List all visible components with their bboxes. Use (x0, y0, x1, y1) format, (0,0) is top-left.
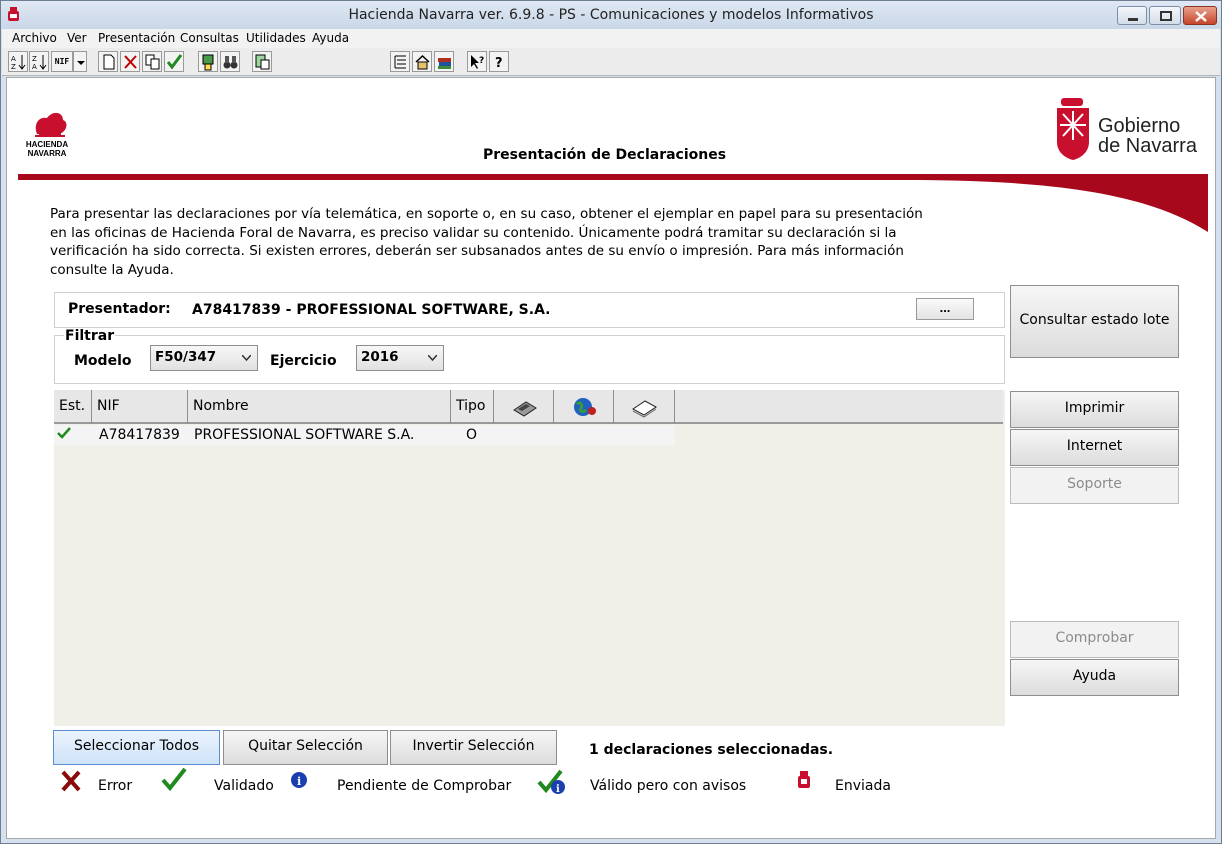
column-header-tipo[interactable]: Tipo (451, 390, 494, 424)
column-header-est[interactable]: Est. (54, 390, 92, 424)
row-nombre: PROFESSIONAL SOFTWARE S.A. (194, 427, 415, 443)
selected-count: 1 declaraciones seleccionadas. (589, 742, 834, 758)
new-document-icon[interactable] (98, 51, 118, 72)
model-select-value: F50/347 (155, 349, 217, 365)
svg-text:A: A (11, 55, 16, 63)
sort-descending-icon[interactable]: ZA (29, 51, 49, 72)
svg-text:Z: Z (32, 55, 37, 63)
close-button[interactable] (1183, 6, 1217, 25)
sent-icon (798, 771, 810, 788)
menu-bar: Archivo Ver Presentación Consultas Utili… (2, 29, 1220, 48)
gobierno-line1: Gobierno (1098, 115, 1181, 137)
svg-text:?: ? (495, 56, 503, 71)
row-nif: A78417839 (99, 427, 180, 443)
error-x-icon (61, 770, 81, 792)
info-icon: i (291, 772, 307, 788)
filter-group: Filtrar Modelo F50/347 Ejercicio 2016 (54, 328, 1005, 384)
menu-archivo[interactable]: Archivo (12, 31, 57, 45)
svg-text:?: ? (479, 56, 484, 66)
legend-error: Error (98, 778, 133, 794)
browse-presenter-button[interactable]: ... (916, 298, 974, 320)
column-header-nombre[interactable]: Nombre (188, 390, 451, 424)
chevron-down-icon[interactable] (73, 51, 87, 72)
validate-check-icon[interactable] (164, 51, 184, 72)
valid-with-warnings-icon: i (537, 769, 565, 795)
invert-selection-button[interactable]: Invertir Selección (390, 730, 557, 765)
app-window: Hacienda Navarra ver. 6.9.8 - PS - Comun… (0, 0, 1222, 844)
grid-header: Est. NIF Nombre Tipo (54, 390, 1003, 424)
floppy-disk-icon[interactable] (494, 390, 554, 424)
select-all-button[interactable]: Seleccionar Todos (53, 730, 220, 765)
presenter-label: Presentador: (68, 301, 171, 317)
delete-icon[interactable] (120, 51, 140, 72)
model-label: Modelo (74, 353, 132, 369)
declarations-grid[interactable]: Est. NIF Nombre Tipo A78417839 PROFESSIO… (54, 390, 1005, 726)
menu-ver[interactable]: Ver (67, 31, 87, 45)
home-icon[interactable] (412, 51, 432, 72)
row-tipo: O (466, 427, 478, 443)
chevron-down-icon (242, 355, 251, 361)
gobierno-line2: de Navarra (1098, 135, 1197, 157)
nif-filter-button[interactable]: NIF (51, 51, 73, 72)
column-header-nif[interactable]: NIF (92, 390, 188, 424)
gobierno-navarra-logo: Gobierno de Navarra (1053, 96, 1213, 162)
tree-list-icon[interactable] (390, 51, 410, 72)
svg-text:Z: Z (11, 63, 16, 71)
legend-validated: Validado (214, 778, 274, 794)
consultar-estado-lote-button[interactable]: Consultar estado lote (1010, 285, 1179, 358)
print-preview-icon[interactable] (198, 51, 218, 72)
minimize-button[interactable] (1117, 6, 1147, 25)
books-icon[interactable] (434, 51, 454, 72)
page-title: Presentación de Declaraciones (483, 147, 727, 163)
svg-text:i: i (297, 775, 301, 788)
ayuda-button[interactable]: Ayuda (1010, 659, 1179, 696)
legend-pending: Pendiente de Comprobar (337, 778, 512, 794)
table-row[interactable]: A78417839 PROFESSIONAL SOFTWARE S.A. O (54, 425, 675, 445)
presenter-box: Presentador: A78417839 - PROFESSIONAL SO… (54, 292, 1005, 328)
soporte-button[interactable]: Soporte (1010, 467, 1179, 504)
window-title: Hacienda Navarra ver. 6.9.8 - PS - Comun… (348, 7, 874, 23)
svg-text:A: A (32, 63, 37, 71)
hacienda-logo-line2: NAVARRA (27, 149, 67, 158)
imprimir-button[interactable]: Imprimir (1010, 391, 1179, 428)
hacienda-logo-line1: HACIENDA (25, 140, 69, 149)
legend-warnings: Válido pero con avisos (590, 778, 747, 794)
paper-icon[interactable] (614, 390, 675, 424)
title-bar: Hacienda Navarra ver. 6.9.8 - PS - Comun… (1, 1, 1221, 29)
year-label: Ejercicio (270, 353, 337, 369)
year-select[interactable]: 2016 (356, 345, 444, 371)
toolbar: AZ ZA NIF ? ? (2, 48, 1220, 76)
menu-ayuda[interactable]: Ayuda (312, 31, 349, 45)
validated-check-icon (57, 427, 71, 439)
copy-icon[interactable] (142, 51, 162, 72)
menu-presentacion[interactable]: Presentación (98, 31, 175, 45)
context-help-icon[interactable]: ? (467, 51, 487, 72)
globe-icon[interactable] (554, 390, 614, 424)
comprobar-button[interactable]: Comprobar (1010, 621, 1179, 658)
export-icon[interactable] (252, 51, 272, 72)
help-icon[interactable]: ? (489, 51, 509, 72)
intro-text: Para presentar las declaraciones por vía… (50, 206, 923, 278)
maximize-button[interactable] (1149, 6, 1181, 25)
sort-ascending-icon[interactable]: AZ (8, 51, 28, 72)
search-binoculars-icon[interactable] (220, 51, 240, 72)
legend-sent: Enviada (835, 778, 891, 794)
model-select[interactable]: F50/347 (150, 345, 258, 371)
internet-button[interactable]: Internet (1010, 429, 1179, 466)
presenter-value: A78417839 - PROFESSIONAL SOFTWARE, S.A. (192, 302, 551, 318)
hacienda-navarra-logo: HACIENDA NAVARRA (19, 106, 75, 160)
chevron-down-icon (428, 355, 437, 361)
clear-selection-button[interactable]: Quitar Selección (223, 730, 388, 765)
validated-check-icon (161, 767, 187, 791)
menu-utilidades[interactable]: Utilidades (246, 31, 306, 45)
menu-consultas[interactable]: Consultas (180, 31, 239, 45)
svg-text:i: i (556, 784, 560, 795)
filter-legend: Filtrar (64, 328, 116, 344)
main-panel: HACIENDA NAVARRA Presentación de Declarac… (6, 77, 1216, 839)
year-select-value: 2016 (361, 349, 399, 365)
